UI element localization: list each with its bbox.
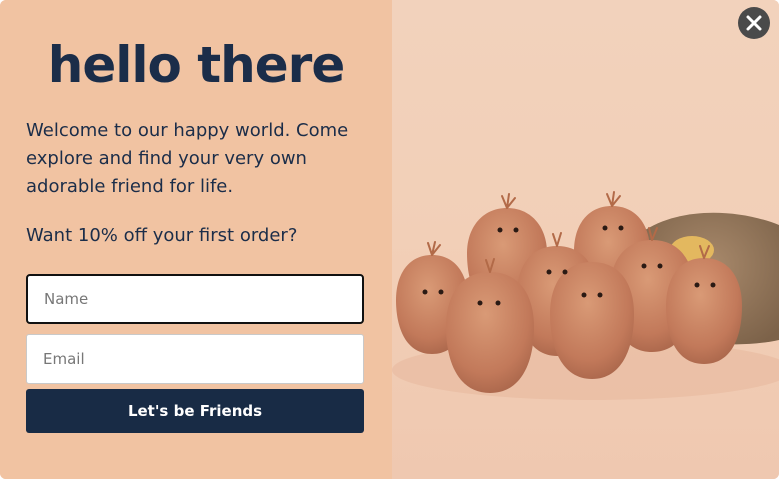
close-icon (746, 15, 762, 31)
email-field[interactable] (26, 334, 364, 384)
hero-image (392, 0, 779, 479)
submit-button[interactable]: Let's be Friends (26, 389, 364, 433)
newsletter-popup: hello there Welcome to our happy world. … (0, 0, 779, 479)
close-button[interactable] (738, 7, 770, 39)
signup-panel: hello there Welcome to our happy world. … (0, 0, 392, 479)
name-field[interactable] (26, 274, 364, 324)
offer-text: Want 10% off your first order? (26, 225, 298, 246)
welcome-text: Welcome to our happy world. Come explore… (26, 120, 349, 197)
popup-title: hello there (47, 36, 346, 94)
plush-toys-illustration (392, 191, 779, 400)
